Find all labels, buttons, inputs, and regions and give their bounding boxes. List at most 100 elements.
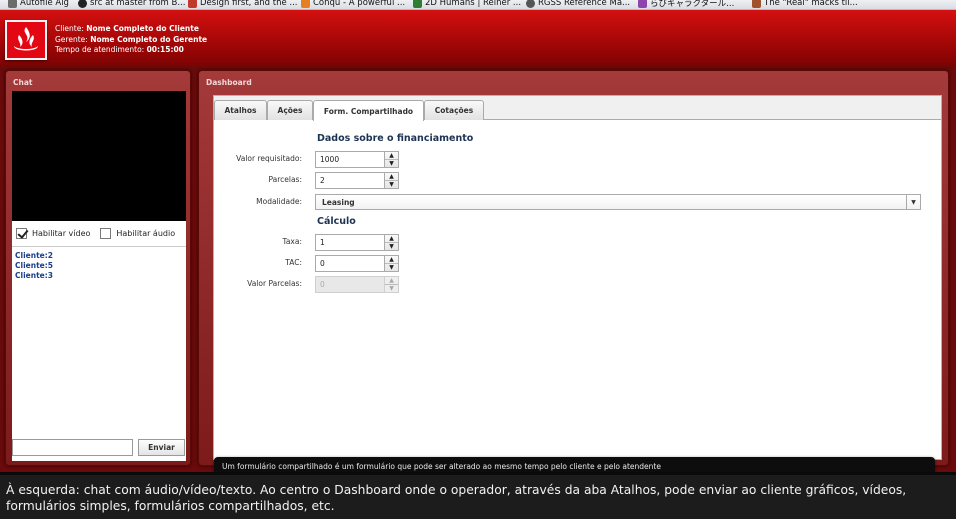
send-button[interactable]: Enviar (138, 439, 185, 456)
valor-parcelas-stepper: 0 ▲ ▼ (315, 276, 399, 293)
manager-name: Nome Completo do Gerente (90, 34, 208, 44)
valor-requisitado-input[interactable]: 1000 (315, 151, 385, 168)
bookmark-label: src at master from B... (90, 0, 186, 8)
globe-icon (526, 0, 535, 8)
enable-video-checkbox[interactable] (16, 228, 27, 239)
bookmark-label: RGSS Reference Ma... (538, 0, 631, 8)
stepper-up-icon[interactable]: ▲ (385, 235, 398, 243)
stepper-down-icon[interactable]: ▼ (385, 160, 398, 167)
chat-panel: Chat Habilitar vídeo Habilitar áudio Cli… (5, 70, 191, 466)
chat-input-row: Enviar (12, 439, 186, 459)
client-list: Cliente:2 Cliente:5 Cliente:3 (15, 251, 53, 281)
media-options: Habilitar vídeo Habilitar áudio (12, 221, 186, 247)
parcelas-input[interactable]: 2 (315, 172, 385, 189)
stepper-up-icon[interactable]: ▲ (385, 173, 398, 181)
stepper-arrows: ▲ ▼ (385, 234, 399, 251)
dashboard-panel: Dashboard Atalhos Ações Form. Compartilh… (198, 70, 949, 479)
enable-video-label: Habilitar vídeo (32, 229, 91, 238)
bookmark-icon (301, 0, 310, 8)
taxa-stepper[interactable]: 1 ▲ ▼ (315, 234, 399, 251)
bookmark-icon (752, 0, 761, 8)
bookmark-item[interactable]: src at master from B... (78, 0, 186, 9)
chat-message-input[interactable] (12, 439, 133, 456)
bookmark-label: Autofile Alg (20, 0, 69, 8)
bookmark-label: 2D Humans | Reiner ... (425, 0, 522, 8)
client-list-item[interactable]: Cliente:5 (15, 261, 53, 271)
bookmark-item[interactable]: Conqu - A powerful ... (301, 0, 406, 9)
flame-logo-icon (7, 22, 45, 58)
tac-input[interactable]: 0 (315, 255, 385, 272)
client-label: Cliente: (55, 24, 84, 33)
tab-strip: Atalhos Ações Form. Compartilhado Cotaçõ… (214, 96, 941, 121)
enable-audio-checkbox[interactable] (100, 228, 112, 239)
chat-body: Habilitar vídeo Habilitar áudio Cliente:… (12, 91, 186, 461)
client-name: Nome Completo do Cliente (86, 24, 199, 33)
stepper-arrows: ▲ ▼ (385, 151, 399, 168)
tac-label: TAC: (285, 258, 302, 267)
page-icon (8, 0, 17, 8)
time-value: 00:15:00 (146, 45, 184, 54)
tab-form-compartilhado[interactable]: Form. Compartilhado (313, 100, 424, 121)
stepper-down-icon: ▼ (389, 284, 394, 292)
bookmark-label: らびキャラクタール... (650, 0, 735, 9)
taxa-label: Taxa: (282, 237, 303, 246)
valor-parcelas-label: Valor Parcelas: (247, 279, 302, 288)
github-icon (78, 0, 87, 8)
client-info: Cliente: Nome Completo do Cliente (55, 24, 207, 35)
app-header: Cliente: Nome Completo do Cliente Gerent… (0, 10, 956, 66)
enable-video-option[interactable]: Habilitar vídeo (16, 228, 90, 239)
modalidade-label: Modalidade: (256, 197, 302, 206)
bookmark-label: The "Real" macks til... (764, 0, 858, 8)
chevron-down-icon[interactable]: ▼ (906, 195, 920, 209)
stepper-down-icon[interactable]: ▼ (385, 264, 398, 271)
bookmark-icon (188, 0, 197, 8)
session-info: Cliente: Nome Completo do Cliente Gerent… (55, 24, 207, 56)
stepper-arrows: ▲ ▼ (385, 276, 399, 293)
financing-section-title: Dados sobre o financiamento (317, 133, 474, 144)
time-label: Tempo de atendimento: (55, 45, 145, 54)
stepper-down-icon[interactable]: ▼ (385, 181, 398, 188)
modalidade-select[interactable]: Leasing ▼ (315, 194, 921, 210)
bookmark-item[interactable]: らびキャラクタール... (638, 0, 735, 9)
manager-info: Gerente: Nome Completo do Gerente (55, 35, 207, 46)
manager-label: Gerente: (55, 34, 88, 44)
stepper-up-icon[interactable]: ▲ (385, 152, 398, 160)
bookmark-item[interactable]: Autofile Alg (8, 0, 69, 9)
tac-stepper[interactable]: 0 ▲ ▼ (315, 255, 399, 272)
tab-atalhos[interactable]: Atalhos (214, 100, 267, 120)
enable-audio-label: Habilitar áudio (116, 229, 176, 238)
bookmark-icon (413, 0, 422, 8)
bookmark-item[interactable]: 2D Humans | Reiner ... (413, 0, 522, 9)
valor-parcelas-input: 0 (315, 276, 385, 293)
parcelas-stepper[interactable]: 2 ▲ ▼ (315, 172, 399, 189)
stepper-up-icon[interactable]: ▲ (385, 256, 398, 264)
bank-logo (5, 20, 47, 60)
bookmarks-bar: Autofile Alg src at master from B... Des… (0, 0, 956, 10)
tab-cotacoes[interactable]: Cotações (424, 100, 484, 120)
main-area: Chat Habilitar vídeo Habilitar áudio Cli… (0, 66, 956, 479)
bookmark-item[interactable]: The "Real" macks til... (752, 0, 858, 9)
session-time: Tempo de atendimento: 00:15:00 (55, 45, 207, 56)
parcelas-label: Parcelas: (268, 175, 302, 184)
enable-audio-option[interactable]: Habilitar áudio (100, 228, 175, 239)
stepper-arrows: ▲ ▼ (385, 172, 399, 189)
calculo-section-title: Cálculo (317, 216, 356, 227)
bookmark-label: Conqu - A powerful ... (313, 0, 406, 8)
valor-requisitado-label: Valor requisitado: (236, 154, 302, 163)
tab-acoes[interactable]: Ações (267, 100, 313, 120)
bookmark-item[interactable]: RGSS Reference Ma... (526, 0, 631, 9)
client-list-item[interactable]: Cliente:2 (15, 251, 53, 261)
video-area (12, 91, 186, 221)
client-list-item[interactable]: Cliente:3 (15, 271, 53, 281)
stepper-arrows: ▲ ▼ (385, 255, 399, 272)
bookmark-icon (638, 0, 647, 8)
dashboard-title: Dashboard (206, 78, 252, 87)
dashboard-tabs: Atalhos Ações Form. Compartilhado Cotaçõ… (213, 95, 942, 479)
modalidade-value: Leasing (322, 198, 355, 207)
bookmark-item[interactable]: Design first, and the ... (188, 0, 298, 9)
valor-requisitado-stepper[interactable]: 1000 ▲ ▼ (315, 151, 399, 168)
taxa-input[interactable]: 1 (315, 234, 385, 251)
stepper-down-icon[interactable]: ▼ (385, 243, 398, 250)
stepper-up-icon: ▲ (385, 277, 398, 285)
screenshot-caption: À esquerda: chat com áudio/vídeo/texto. … (0, 472, 956, 519)
